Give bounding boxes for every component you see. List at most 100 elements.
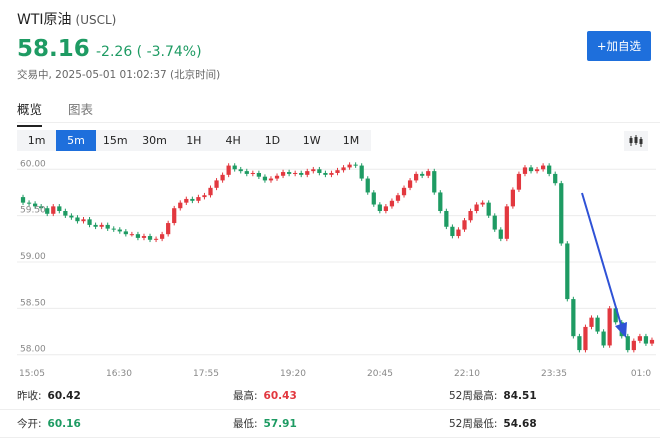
y-tick-label: 59.00 (20, 252, 46, 262)
candle-body (250, 172, 255, 174)
candle-body (607, 308, 612, 346)
candle-body (75, 217, 80, 222)
instrument-symbol: (USCL) (75, 13, 117, 27)
chart-type-button[interactable] (624, 131, 648, 151)
x-tick-label: 16:30 (106, 369, 132, 378)
candle-body (335, 170, 340, 173)
candlestick-icon (629, 135, 643, 147)
y-tick-label: 60.00 (20, 160, 46, 169)
price-change: -2.26 ( -3.74%) (96, 44, 202, 60)
candle-body (99, 224, 104, 227)
trend-arrow-annotation (581, 192, 627, 338)
candle-body (311, 169, 316, 172)
price-chart[interactable]: 60.00 59.50 59.00 58.50 58.00 15:05 16:30 17:5… (0, 160, 660, 378)
candle-body (220, 174, 225, 181)
candle-body (20, 197, 26, 203)
candle-body (280, 172, 286, 176)
candle-body (184, 198, 189, 203)
candle-body (172, 208, 177, 224)
candle-body (601, 331, 606, 346)
candle-body (347, 164, 352, 168)
candle-body (305, 171, 310, 175)
candle-body (468, 211, 473, 221)
day-low: 最低: 57.91 (233, 418, 297, 430)
candle-body (553, 173, 558, 184)
interval-1w[interactable]: 1W (292, 130, 331, 151)
interval-5m[interactable]: 5m (56, 130, 96, 151)
candle-body (371, 192, 376, 205)
candle-body (480, 202, 485, 205)
candle-body (329, 172, 334, 175)
add-to-watchlist-button[interactable]: +加自选 (587, 31, 651, 61)
candle-body (510, 189, 515, 207)
candle-body (87, 219, 92, 225)
interval-1mo[interactable]: 1M (331, 130, 370, 151)
candle-body (383, 206, 388, 211)
x-tick-label: 17:55 (193, 369, 219, 378)
candle-body (492, 215, 497, 230)
candle-body (426, 171, 431, 176)
candle-body (637, 336, 642, 341)
candle-body (299, 172, 304, 175)
trading-status: 交易中, 2025-05-01 01:02:37 (北京时间) (17, 69, 221, 81)
candle-body (456, 229, 461, 237)
interval-1d[interactable]: 1D (253, 130, 292, 151)
interval-4h[interactable]: 4H (213, 130, 252, 151)
candle-body (268, 178, 274, 181)
candle-body (516, 173, 522, 190)
summary-row: 今开: 60.16 最低: 57.91 52周最低: 54.68 (0, 410, 660, 438)
candle-body (462, 220, 467, 230)
candle-body (589, 317, 594, 327)
candle-body (287, 172, 292, 174)
candle-body (522, 167, 528, 174)
candle-body (323, 172, 328, 175)
candle-body (196, 197, 201, 201)
candle-body (166, 223, 171, 235)
candle-body (63, 211, 68, 216)
x-tick-label: 22:10 (454, 369, 480, 378)
candle-body (565, 243, 570, 300)
candle-body (595, 317, 600, 332)
candle-body (559, 183, 564, 244)
candle-body (432, 171, 437, 193)
candle-body (129, 234, 134, 236)
candle-body (486, 202, 491, 216)
candle-body (401, 187, 407, 196)
week52-low: 52周最低: 54.68 (449, 418, 537, 430)
candle-body (293, 172, 298, 174)
candle-body (26, 202, 32, 204)
interval-15m[interactable]: 15m (96, 130, 135, 151)
candle-body (504, 206, 509, 239)
candle-body (631, 340, 636, 351)
x-tick-label: 19:20 (280, 369, 306, 378)
candle-body (57, 206, 62, 211)
y-tick-label: 58.00 (20, 345, 46, 355)
interval-30m[interactable]: 30m (135, 130, 174, 151)
candle-body (474, 204, 479, 211)
candle-body (111, 228, 116, 230)
trend-arrow-line (581, 192, 623, 329)
candle-body (190, 198, 195, 201)
candle-body (238, 169, 243, 172)
candle-body (117, 229, 122, 232)
candle-body (160, 234, 165, 239)
week52-high: 52周最高: 84.51 (449, 390, 537, 402)
y-tick-label: 58.50 (20, 298, 46, 308)
prev-close: 昨收: 60.42 (17, 390, 81, 402)
candle-body (262, 176, 268, 181)
x-tick-label: 15:05 (19, 369, 45, 378)
interval-1m[interactable]: 1m (17, 130, 56, 151)
candle-body (395, 195, 401, 201)
candle-body (226, 165, 231, 175)
candle-body (365, 178, 370, 193)
candle-body (534, 169, 540, 172)
candle-body (208, 187, 213, 196)
candle-body (214, 180, 219, 188)
candle-body (547, 165, 552, 174)
candle-body (649, 339, 655, 344)
interval-1h[interactable]: 1H (174, 130, 213, 151)
last-price: 58.16 (17, 36, 90, 62)
candle-body (178, 202, 183, 209)
open-price: 今开: 60.16 (17, 418, 81, 430)
summary-row: 昨收: 60.42 最高: 60.43 52周最高: 84.51 (0, 382, 660, 410)
